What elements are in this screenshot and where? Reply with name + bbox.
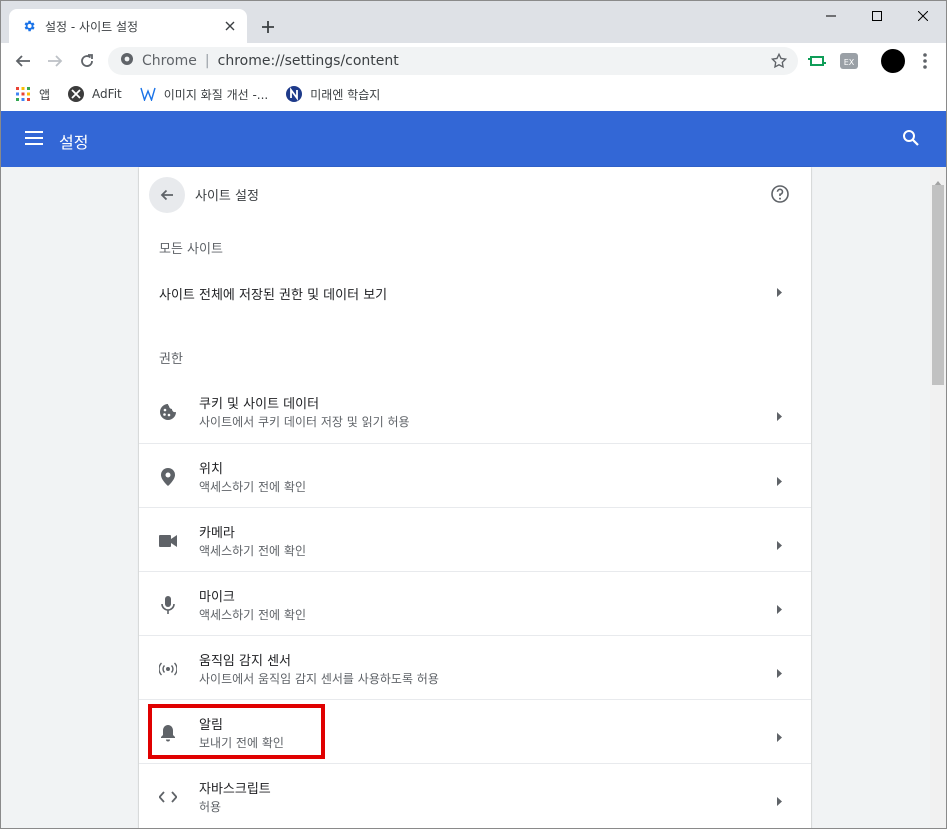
bookmark-label: 미래엔 학습지 [310, 87, 381, 102]
tab-title: 설정 - 사이트 설정 [45, 19, 139, 34]
n-logo-icon [286, 86, 303, 102]
bookmarks-bar: 앱 AdFit 이미지 화질 개선 -... 미래엔 학습지 [1, 79, 946, 109]
scrollbar-thumb[interactable] [932, 185, 944, 385]
permission-subtitle: 사이트에서 움직임 감지 센서를 사용하도록 허용 [199, 672, 439, 686]
profile-avatar[interactable] [881, 49, 905, 73]
minimize-icon[interactable] [808, 1, 854, 31]
omnibox-separator: | [204, 53, 210, 69]
extension-green-icon[interactable] [807, 51, 827, 71]
cookie-icon [157, 401, 179, 423]
all-sites-link-row[interactable]: 사이트 전체에 저장된 권한 및 데이터 보기 [139, 271, 811, 315]
arrow-right-icon [777, 791, 783, 810]
window-controls [808, 1, 946, 31]
help-icon[interactable] [770, 184, 790, 208]
arrow-left-icon [160, 189, 173, 201]
arrow-right-icon [777, 599, 783, 618]
search-icon[interactable] [902, 129, 920, 151]
permission-subtitle: 허용 [199, 800, 222, 814]
settings-gear-icon [21, 18, 37, 34]
bookmark-star-icon[interactable] [770, 52, 788, 74]
permission-title: 움직임 감지 센서 [199, 654, 291, 669]
arrow-right-icon [777, 406, 783, 425]
w-logo-icon [140, 86, 156, 102]
location-pin-icon [157, 466, 179, 488]
camera-icon [157, 530, 179, 552]
permission-row-notifications[interactable]: 알림 보내기 전에 확인 [139, 699, 811, 763]
permission-subtitle: 사이트에서 쿠키 데이터 저장 및 읽기 허용 [199, 415, 410, 429]
omnibox-url: chrome://settings/content [217, 53, 399, 69]
browser-toolbar: Chrome | chrome://settings/content EX [1, 43, 946, 79]
more-menu-icon[interactable] [915, 51, 935, 71]
permission-title: 알림 [199, 718, 223, 733]
microphone-icon [157, 594, 179, 616]
bookmark-label: 앱 [39, 87, 51, 102]
page-scrollbar[interactable] [930, 167, 946, 828]
settings-header: 설정 [1, 111, 946, 167]
arrow-right-icon [777, 535, 783, 554]
apps-grid-icon [15, 86, 31, 102]
all-sites-section-label: 모든 사이트 [159, 242, 223, 257]
svg-text:EX: EX [844, 58, 855, 67]
bookmark-label: 이미지 화질 개선 -... [163, 87, 269, 102]
permission-subtitle: 액세스하기 전에 확인 [199, 544, 306, 558]
chrome-page-icon [120, 52, 134, 70]
settings-title: 설정 [59, 133, 89, 152]
maximize-icon[interactable] [854, 1, 900, 31]
bookmark-adfit[interactable]: AdFit [68, 86, 122, 102]
permission-title: 카메라 [199, 526, 235, 541]
browser-window: 설정 - 사이트 설정 Chrome | chrome://settings/c… [0, 0, 947, 829]
permission-row-location[interactable]: 위치 액세스하기 전에 확인 [139, 443, 811, 507]
permission-row-javascript[interactable]: 자바스크립트 허용 [139, 763, 811, 827]
bell-icon [157, 722, 179, 744]
all-sites-link-text: 사이트 전체에 저장된 권한 및 데이터 보기 [159, 287, 388, 303]
permission-subtitle: 액세스하기 전에 확인 [199, 480, 306, 494]
bookmark-label: AdFit [92, 87, 122, 101]
tab-strip: 설정 - 사이트 설정 [1, 1, 946, 43]
permission-title: 쿠키 및 사이트 데이터 [199, 397, 320, 412]
code-icon [157, 786, 179, 808]
permissions-section-label: 권한 [159, 352, 183, 367]
permission-title: 마이크 [199, 590, 235, 605]
permission-row-motion-sensors[interactable]: 움직임 감지 센서 사이트에서 움직임 감지 센서를 사용하도록 허용 [139, 635, 811, 699]
bookmark-apps[interactable]: 앱 [15, 86, 50, 103]
forward-arrow-icon[interactable] [39, 45, 71, 77]
extension-ex-icon[interactable]: EX [839, 51, 859, 71]
permission-row-cookies[interactable]: 쿠키 및 사이트 데이터 사이트에서 쿠키 데이터 저장 및 읽기 허용 [139, 379, 811, 443]
omnibox-chrome-label: Chrome [142, 53, 197, 69]
new-tab-plus-icon[interactable] [257, 16, 279, 38]
close-window-icon[interactable] [900, 1, 946, 31]
reload-icon[interactable] [71, 45, 103, 77]
bookmark-image-upscale[interactable]: 이미지 화질 개선 -... [140, 86, 269, 103]
page-title: 사이트 설정 [195, 189, 259, 204]
bookmark-mirae-n[interactable]: 미래엔 학습지 [286, 86, 380, 103]
address-bar[interactable]: Chrome | chrome://settings/content [108, 47, 798, 75]
arrow-right-icon [777, 286, 783, 301]
hamburger-menu-icon[interactable] [25, 129, 43, 151]
back-arrow-icon[interactable] [7, 45, 39, 77]
back-button[interactable] [149, 177, 185, 213]
tab-close-icon[interactable] [221, 17, 239, 35]
site-settings-card: 사이트 설정 모든 사이트 사이트 전체에 저장된 권한 및 데이터 보기 권한… [139, 167, 811, 828]
arrow-right-icon [777, 727, 783, 746]
adfit-icon [68, 86, 85, 102]
permission-title: 위치 [199, 462, 223, 477]
sensors-icon [157, 658, 179, 680]
page-header: 사이트 설정 [139, 167, 811, 223]
permission-title: 자바스크립트 [199, 782, 271, 797]
permission-row-microphone[interactable]: 마이크 액세스하기 전에 확인 [139, 571, 811, 635]
arrow-right-icon [777, 471, 783, 490]
active-tab[interactable]: 설정 - 사이트 설정 [9, 9, 247, 43]
arrow-right-icon [777, 663, 783, 682]
permission-subtitle: 보내기 전에 확인 [199, 736, 284, 750]
permission-row-camera[interactable]: 카메라 액세스하기 전에 확인 [139, 507, 811, 571]
permission-subtitle: 액세스하기 전에 확인 [199, 608, 306, 622]
